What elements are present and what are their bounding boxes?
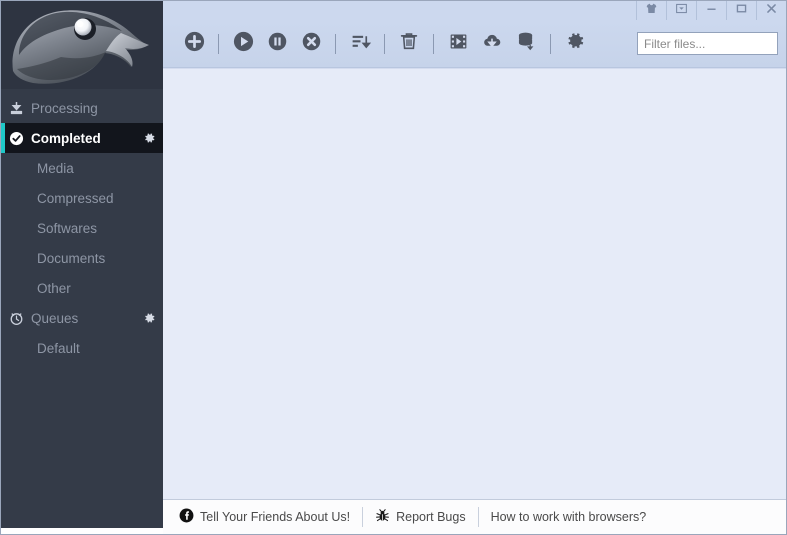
sidebar-item-documents[interactable]: Documents [1, 243, 163, 273]
status-bugs-label: Report Bugs [396, 510, 466, 524]
skin-button[interactable] [636, 1, 666, 20]
sidebar-item-queues[interactable]: Queues [1, 303, 163, 333]
toolbar-separator-2 [335, 33, 336, 54]
sidebar-item-compressed[interactable]: Compressed [1, 183, 163, 213]
sidebar: Processing Completed Media Compressed So… [1, 1, 163, 528]
toolbar-separator-5 [550, 33, 551, 54]
eagleget-window: Processing Completed Media Compressed So… [0, 0, 787, 535]
sidebar-item-label: Default [37, 340, 80, 356]
plus-circle-icon [183, 30, 206, 58]
sidebar-item-label: Media [37, 160, 74, 176]
sidebar-item-label: Softwares [37, 220, 98, 236]
sidebar-item-other[interactable]: Other [1, 273, 163, 303]
close-button[interactable] [756, 1, 786, 20]
sidebar-item-processing[interactable]: Processing [1, 93, 163, 123]
sidebar-item-media[interactable]: Media [1, 153, 163, 183]
status-browser-help[interactable]: How to work with browsers? [479, 500, 659, 534]
main-toolbar [163, 20, 787, 68]
stop-button[interactable] [294, 27, 328, 61]
maximize-icon [735, 2, 748, 20]
cloud-download-icon [481, 30, 503, 57]
trash-icon [398, 30, 420, 57]
add-download-button[interactable] [177, 27, 211, 61]
sort-descending-icon [350, 31, 371, 57]
pause-circle-icon [267, 31, 288, 57]
maximize-button[interactable] [726, 1, 756, 20]
sidebar-queues-gear-icon[interactable] [135, 311, 163, 325]
sidebar-item-label: Documents [37, 250, 106, 266]
status-report-bugs[interactable]: Report Bugs [363, 500, 477, 534]
sort-button[interactable] [343, 27, 377, 61]
minimize-button[interactable] [696, 1, 726, 20]
download-tray-icon [1, 101, 31, 116]
settings-button[interactable] [558, 27, 592, 61]
video-sniffer-button[interactable] [441, 27, 475, 61]
film-strip-icon [448, 31, 469, 57]
close-icon [765, 2, 778, 20]
eagle-head-logo [12, 10, 149, 84]
start-button[interactable] [226, 27, 260, 61]
sidebar-item-completed[interactable]: Completed [1, 123, 163, 153]
sidebar-item-label: Completed [31, 130, 101, 146]
cloud-download-button[interactable] [475, 27, 509, 61]
eagle-eye-glint [76, 20, 84, 28]
disk-space-button[interactable] [509, 27, 543, 61]
gear-icon [564, 30, 586, 57]
clock-icon [1, 311, 31, 326]
facebook-icon [179, 508, 194, 526]
statusbar: Tell Your Friends About Us! Report Bugs … [163, 499, 786, 534]
bug-icon [375, 508, 390, 526]
sidebar-item-label: Other [37, 280, 71, 296]
delete-button[interactable] [392, 27, 426, 61]
pause-button[interactable] [260, 27, 294, 61]
sidebar-item-label: Compressed [37, 190, 114, 206]
tshirt-icon [645, 2, 658, 20]
search-box[interactable] [637, 32, 787, 55]
status-share-link[interactable]: Tell Your Friends About Us! [167, 500, 362, 534]
eagle-eye [74, 18, 92, 36]
window-titlebar [163, 1, 786, 20]
menu-button[interactable] [666, 1, 696, 20]
toolbar-separator-4 [433, 33, 434, 54]
check-circle-icon [1, 131, 31, 146]
download-list[interactable] [163, 68, 786, 499]
sidebar-item-default[interactable]: Default [1, 333, 163, 363]
sidebar-item-label: Processing [31, 100, 98, 116]
status-browser-label: How to work with browsers? [490, 510, 647, 524]
sidebar-item-label: Queues [31, 310, 79, 326]
toolbar-separator-1 [218, 33, 219, 54]
app-logo [1, 1, 163, 89]
stop-circle-icon [301, 31, 322, 57]
toolbar-separator-3 [384, 33, 385, 54]
search-input[interactable] [644, 36, 787, 51]
sidebar-settings-gear-icon[interactable] [135, 131, 163, 145]
minimize-icon [705, 2, 718, 20]
play-circle-icon [232, 30, 255, 58]
database-download-icon [515, 30, 537, 57]
sidebar-item-softwares[interactable]: Softwares [1, 213, 163, 243]
chevron-down-icon [675, 2, 688, 20]
status-share-label: Tell Your Friends About Us! [200, 510, 351, 524]
